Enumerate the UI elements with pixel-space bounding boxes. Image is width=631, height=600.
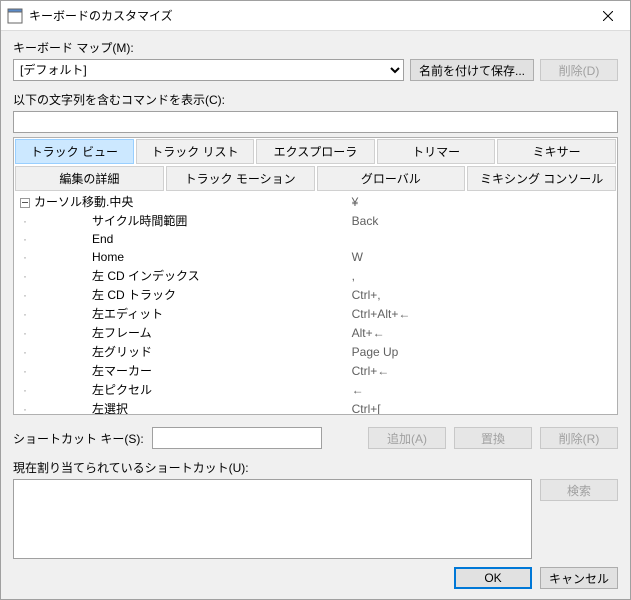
- command-row[interactable]: · End: [14, 230, 617, 248]
- tab-0[interactable]: トラック ビュー: [15, 139, 134, 164]
- tab-4[interactable]: ミキサー: [497, 139, 616, 164]
- filter-label: 以下の文字列を含むコマンドを表示(C):: [13, 91, 618, 108]
- command-label: 左 CD インデックス: [34, 267, 200, 284]
- command-shortcut: Ctrl+[: [346, 399, 617, 414]
- tab-2[interactable]: エクスプローラ: [256, 139, 375, 164]
- command-row[interactable]: · 左 CD インデックス,: [14, 266, 617, 285]
- tree-dot-icon: ·: [20, 232, 30, 246]
- command-shortcut: Ctrl+,: [346, 285, 617, 304]
- command-shortcut: Back: [346, 211, 617, 230]
- tree-dot-icon: ·: [20, 307, 30, 321]
- command-label: Home: [34, 250, 124, 264]
- command-row[interactable]: · 左 CD トラック Ctrl+,: [14, 285, 617, 304]
- command-label: 左選択: [34, 400, 128, 414]
- command-shortcut: Alt+←: [346, 323, 617, 342]
- delete-map-button: 削除(D): [540, 59, 618, 81]
- delete-shortcut-button: 削除(R): [540, 427, 618, 449]
- tree-dot-icon: ·: [20, 345, 30, 359]
- command-row[interactable]: · サイクル時間範囲 Back: [14, 211, 617, 230]
- command-shortcut: [346, 230, 617, 248]
- window-title: キーボードのカスタマイズ: [29, 7, 585, 24]
- command-shortcut: ←: [346, 380, 617, 399]
- command-shortcut: W: [346, 248, 617, 266]
- command-row[interactable]: · 左エディット Ctrl+Alt+←: [14, 304, 617, 323]
- command-label: サイクル時間範囲: [34, 212, 187, 229]
- command-row[interactable]: · 左グリッド Page Up: [14, 342, 617, 361]
- command-row[interactable]: · 左ピクセル ←: [14, 380, 617, 399]
- tree-dot-icon: ·: [20, 402, 30, 414]
- tree-dot-icon: ·: [20, 364, 30, 378]
- app-icon: [7, 8, 23, 24]
- command-row[interactable]: · 左フレーム Alt+←: [14, 323, 617, 342]
- assigned-shortcuts-list[interactable]: [13, 479, 532, 559]
- command-shortcut: Ctrl+Alt+←: [346, 304, 617, 323]
- titlebar: キーボードのカスタマイズ: [1, 1, 630, 31]
- tab-3[interactable]: ミキシング コンソール: [467, 166, 616, 191]
- command-label: 左フレーム: [34, 324, 152, 341]
- shortcut-keys-label: ショートカット キー(S):: [13, 430, 144, 447]
- list-header-row[interactable]: カーソル移動.中央 ¥: [14, 192, 617, 211]
- filter-input[interactable]: [13, 111, 618, 133]
- command-row[interactable]: · 左選択 Ctrl+[: [14, 399, 617, 414]
- keyboard-map-select[interactable]: [デフォルト]: [13, 59, 404, 81]
- shortcut-input[interactable]: [152, 427, 322, 449]
- assigned-label: 現在割り当てられているショートカット(U):: [13, 459, 618, 476]
- command-label: 左マーカー: [34, 362, 152, 379]
- replace-button: 置換: [454, 427, 532, 449]
- tree-dot-icon: ·: [20, 250, 30, 264]
- tree-dot-icon: ·: [20, 288, 30, 302]
- command-shortcut: Page Up: [346, 342, 617, 361]
- keyboard-map-label: キーボード マップ(M):: [13, 39, 618, 56]
- list-header-label: カーソル移動.中央: [34, 195, 133, 209]
- command-row[interactable]: · Home W: [14, 248, 617, 266]
- command-list[interactable]: カーソル移動.中央 ¥ · サイクル時間範囲 Back · End · Home W · 左 CD イ…: [14, 192, 617, 414]
- command-label: 左ピクセル: [34, 381, 152, 398]
- ok-button[interactable]: OK: [454, 567, 532, 589]
- tab-2[interactable]: グローバル: [317, 166, 466, 191]
- search-button: 検索: [540, 479, 618, 501]
- command-label: 左エディット: [34, 305, 163, 322]
- add-button: 追加(A): [368, 427, 446, 449]
- tab-0[interactable]: 編集の詳細: [15, 166, 164, 191]
- tab-1[interactable]: トラック リスト: [136, 139, 255, 164]
- list-header-shortcut: ¥: [346, 192, 617, 211]
- tree-dot-icon: ·: [20, 214, 30, 228]
- close-button[interactable]: [585, 1, 630, 31]
- cancel-button[interactable]: キャンセル: [540, 567, 618, 589]
- close-icon: [603, 11, 613, 21]
- tab-1[interactable]: トラック モーション: [166, 166, 315, 191]
- tab-3[interactable]: トリマー: [377, 139, 496, 164]
- command-shortcut: Ctrl+←: [346, 361, 617, 380]
- collapse-icon: [20, 198, 30, 208]
- save-as-button[interactable]: 名前を付けて保存...: [410, 59, 534, 81]
- tabs: トラック ビュートラック リストエクスプローラトリマーミキサー 編集の詳細トラッ…: [14, 138, 617, 192]
- tree-dot-icon: ·: [20, 269, 30, 283]
- command-shortcut: ,: [346, 266, 617, 285]
- command-label: 左グリッド: [34, 343, 152, 360]
- tree-dot-icon: ·: [20, 383, 30, 397]
- tree-dot-icon: ·: [20, 326, 30, 340]
- command-label: 左 CD トラック: [34, 286, 176, 303]
- command-label: End: [34, 232, 113, 246]
- command-row[interactable]: · 左マーカー Ctrl+←: [14, 361, 617, 380]
